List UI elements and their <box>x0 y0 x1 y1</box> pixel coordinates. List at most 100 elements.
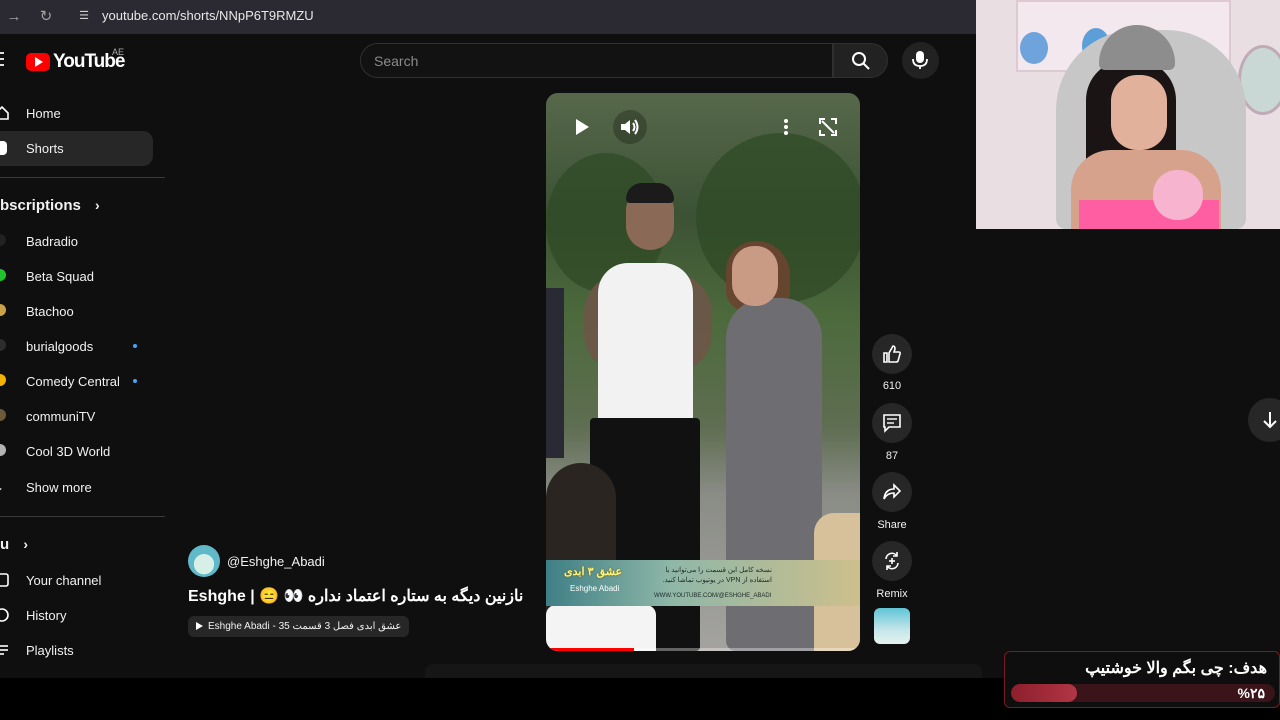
video-watermark-banner: عشق ۳ ابدی Eshghe Abadi نسخه کامل این قس… <box>546 560 860 606</box>
sidebar-item-home[interactable]: Home <box>0 96 153 131</box>
sidebar-item-subscription[interactable]: Badradio <box>0 224 153 259</box>
sidebar-item-shorts[interactable]: Shorts <box>0 131 153 166</box>
browser-toolbar: → ↻ ☰ youtube.com/shorts/NNpP6T9RMZU <box>0 0 976 34</box>
goal-percent: %۲۵ <box>1237 685 1266 701</box>
more-options-button[interactable] <box>769 110 803 144</box>
forward-icon[interactable]: → <box>4 7 24 27</box>
microphone-icon <box>912 51 928 69</box>
channel-avatar <box>0 234 6 246</box>
sidebar-item-subscription[interactable]: Btachoo <box>0 294 153 329</box>
next-short-button[interactable] <box>1248 398 1280 442</box>
sidebar-item-subscription[interactable]: Beta Squad <box>0 259 153 294</box>
plush-toy <box>1020 32 1048 64</box>
banner-logo: عشق ۳ ابدی <box>564 566 623 578</box>
woman-figure <box>732 246 778 306</box>
shorts-icon <box>0 141 7 155</box>
man-figure <box>598 263 693 423</box>
subscriptions-heading-label: bscriptions <box>0 197 81 214</box>
site-settings-icon[interactable]: ☰ <box>76 8 92 24</box>
you-heading[interactable]: u › <box>0 536 28 553</box>
banner-text: نسخه کامل این قسمت را می‌توانید با استفا… <box>662 567 772 584</box>
playlist-chip[interactable]: Eshghe Abadi - عشق ابدی فصل 3 قسمت 35 <box>188 616 410 637</box>
fullscreen-icon <box>819 118 837 136</box>
short-title: Eshghe | 😑 👀 نازنین دیگه به ستاره اعتماد… <box>188 588 528 605</box>
sidebar-item-label: Shorts <box>26 141 64 156</box>
comment-count: 87 <box>885 450 899 462</box>
arrow-down-icon <box>1263 412 1277 429</box>
search-icon <box>852 52 870 70</box>
streamer <box>1111 75 1167 150</box>
search-box <box>360 43 833 78</box>
mute-button[interactable] <box>613 110 647 144</box>
remix-button[interactable] <box>872 541 912 581</box>
url-text: youtube.com/shorts/NNpP6T9RMZU <box>102 8 314 23</box>
youtube-logo[interactable]: YouTube AE <box>26 47 125 73</box>
reload-icon[interactable]: ↻ <box>36 7 56 27</box>
thumbs-up-icon <box>883 345 901 363</box>
sidebar-item-subscription[interactable]: communiTV <box>0 399 153 434</box>
goal-progress-fill <box>1011 684 1077 702</box>
sidebar-item-subscription[interactable]: Cool 3D World <box>0 434 153 469</box>
chevron-right-icon: › <box>95 197 100 213</box>
like-count: 610 <box>882 380 902 392</box>
channel-handle[interactable]: @Eshghe_Abadi <box>227 554 325 569</box>
microphone <box>1153 170 1203 220</box>
sidebar-item-label: Home <box>26 106 61 121</box>
chevron-down-icon: ⌄ <box>0 479 10 495</box>
remix-label: Remix <box>876 588 908 600</box>
foreground-person <box>546 605 656 651</box>
channel-avatar <box>0 339 6 351</box>
comments-button[interactable] <box>872 403 912 443</box>
sidebar-item-subscription[interactable]: burialgoods <box>0 329 153 364</box>
sidebar-divider <box>0 516 165 517</box>
sidebar-item-label: communiTV <box>26 409 96 424</box>
background-person <box>546 288 564 458</box>
sidebar-item-playlists[interactable]: Playlists <box>0 633 153 668</box>
channel-avatar[interactable] <box>188 545 220 577</box>
webcam-overlay <box>976 0 1280 229</box>
like-button[interactable] <box>872 334 912 374</box>
sidebar-item-your-channel[interactable]: Your channel <box>0 563 153 598</box>
sound-thumbnail[interactable] <box>874 608 910 644</box>
channel-avatar <box>0 269 6 281</box>
comment-icon <box>883 414 901 433</box>
banner-url: WWW.YOUTUBE.COM/@ESHGHE_ABADI <box>654 593 772 599</box>
sidebar-item-label: Btachoo <box>26 304 74 319</box>
channel-avatar <box>0 409 6 421</box>
play-button[interactable] <box>564 110 598 144</box>
address-bar[interactable]: ☰ youtube.com/shorts/NNpP6T9RMZU <box>70 3 970 29</box>
menu-icon[interactable] <box>0 52 4 68</box>
channel-avatar <box>0 374 6 386</box>
video-progress-fill <box>546 648 634 651</box>
share-icon <box>883 483 902 500</box>
sidebar-show-more[interactable]: ⌄ Show more <box>0 470 153 505</box>
share-button[interactable] <box>872 472 912 512</box>
channel-avatar <box>0 304 6 316</box>
fullscreen-button[interactable] <box>811 110 845 144</box>
video-progress-bar[interactable] <box>546 648 860 651</box>
shorts-video-player[interactable]: عشق ۳ ابدی Eshghe Abadi نسخه کامل این قس… <box>546 93 860 651</box>
channel-avatar <box>0 444 6 456</box>
search-button[interactable] <box>833 43 888 78</box>
goal-title: هدف: چی بگم والا خوشتیپ <box>1085 660 1267 677</box>
sidebar-item-label: Playlists <box>26 643 74 658</box>
region-code: AE <box>112 47 125 57</box>
playlists-icon <box>0 645 8 655</box>
search-input[interactable] <box>374 51 814 71</box>
subscriptions-heading[interactable]: bscriptions › <box>0 197 100 214</box>
voice-search-button[interactable] <box>902 42 939 79</box>
sidebar-item-subscription[interactable]: Comedy Central <box>0 364 153 399</box>
stream-goal-widget: هدف: چی بگم والا خوشتیپ %۲۵ <box>1004 651 1280 708</box>
sidebar-item-history[interactable]: History <box>0 598 153 633</box>
play-icon <box>196 622 203 630</box>
share-label: Share <box>877 519 907 531</box>
sidebar-item-label: Badradio <box>26 234 79 249</box>
new-content-indicator <box>133 344 137 348</box>
playlist-label: Eshghe Abadi - عشق ابدی فصل 3 قسمت 35 <box>208 621 402 632</box>
channel-icon <box>0 573 9 587</box>
sidebar-item-label: Your channel <box>26 573 102 588</box>
home-icon <box>0 105 9 120</box>
you-heading-label: u <box>0 536 10 553</box>
volume-icon <box>621 119 639 135</box>
play-icon <box>576 119 589 135</box>
